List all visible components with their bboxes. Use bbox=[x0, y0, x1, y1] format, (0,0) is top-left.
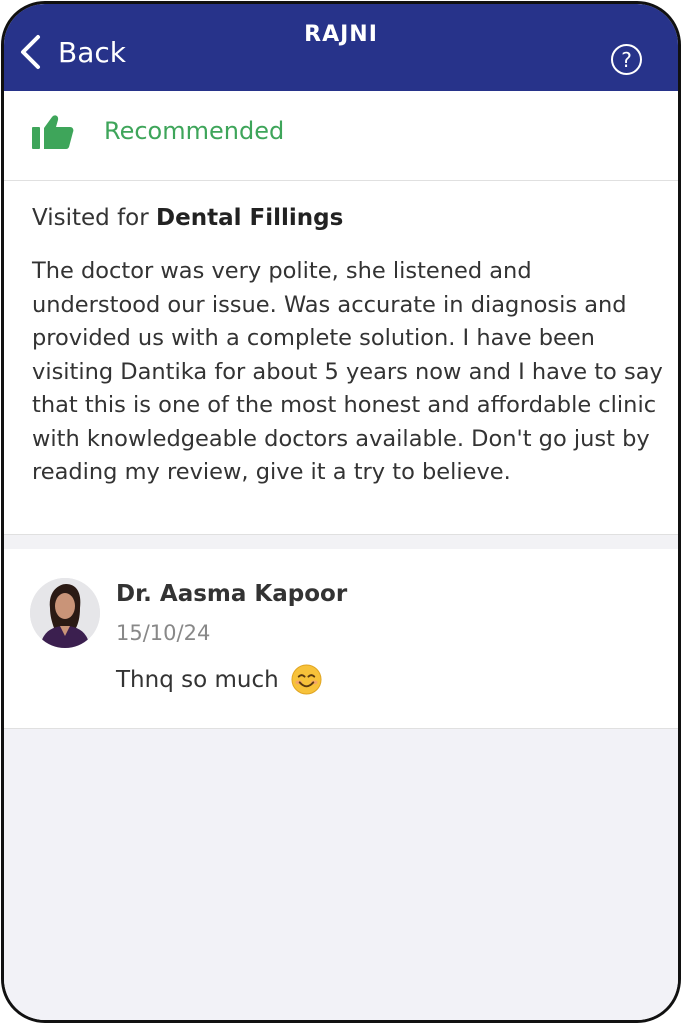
reply-date: 15/10/24 bbox=[116, 621, 211, 645]
recommended-label: Recommended bbox=[104, 117, 285, 145]
help-icon[interactable]: ? bbox=[611, 44, 642, 75]
doctor-reply: Dr. Aasma Kapoor 15/10/24 Thnq so much bbox=[4, 549, 678, 729]
review-card: Visited for Dental Fillings The doctor w… bbox=[4, 181, 678, 535]
page-title: RAJNI bbox=[304, 22, 378, 47]
treatment-name: Dental Fillings bbox=[156, 205, 344, 231]
doctor-avatar bbox=[30, 578, 100, 648]
smiling-face-emoji-icon bbox=[291, 664, 322, 695]
section-divider bbox=[4, 535, 678, 549]
reply-text: Thnq so much bbox=[116, 666, 279, 693]
top-app-bar: Back RAJNI ? bbox=[4, 4, 678, 91]
visited-for-line: Visited for Dental Fillings bbox=[32, 205, 343, 231]
review-text: The doctor was very polite, she listened… bbox=[32, 258, 663, 485]
doctor-portrait-icon bbox=[30, 578, 100, 648]
doctor-name: Dr. Aasma Kapoor bbox=[116, 581, 348, 607]
recommendation-row: Recommended bbox=[4, 91, 678, 181]
reply-message: Thnq so much bbox=[116, 664, 322, 695]
phone-frame: Back RAJNI ? Recommended Visited for Den… bbox=[1, 1, 681, 1023]
visited-prefix: Visited for bbox=[32, 205, 149, 231]
thumbs-up-icon bbox=[32, 115, 74, 149]
empty-background bbox=[4, 729, 678, 1020]
help-symbol: ? bbox=[621, 47, 632, 72]
